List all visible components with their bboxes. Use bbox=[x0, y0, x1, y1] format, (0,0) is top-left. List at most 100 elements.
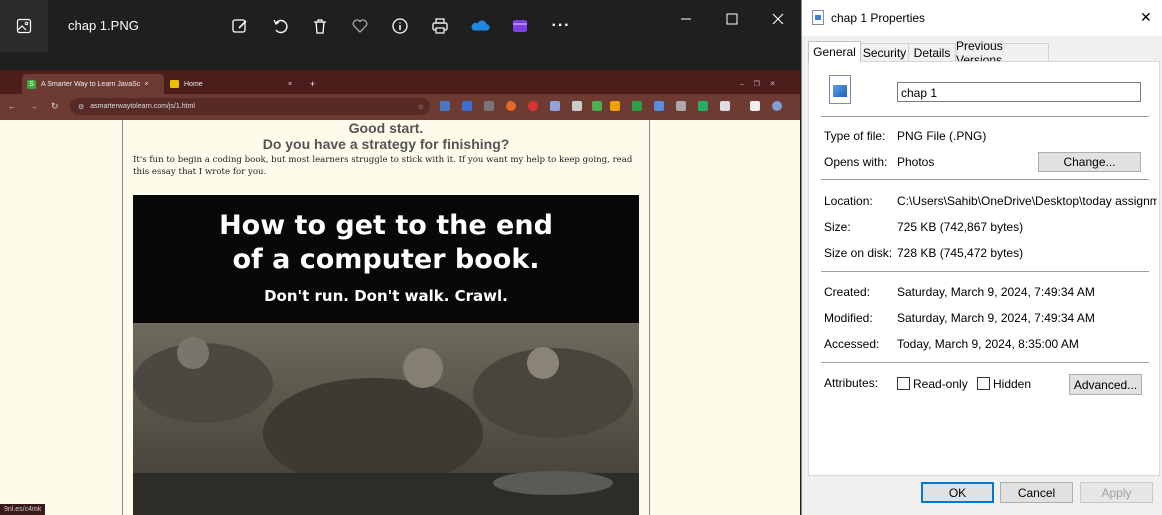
tab-label: A Smarter Way to Learn JavaSc bbox=[41, 80, 141, 88]
photos-viewer: chap 1.PNG ··· S A Smarter Way to Learn … bbox=[0, 0, 800, 515]
rotate-icon[interactable] bbox=[270, 16, 290, 36]
apply-button[interactable]: Apply bbox=[1080, 482, 1153, 503]
change-button[interactable]: Change... bbox=[1038, 152, 1141, 172]
properties-dialog: chap 1 Properties ✕ General Security Det… bbox=[801, 0, 1162, 515]
size-on-disk-label: Size on disk: bbox=[824, 246, 893, 260]
home-favicon-icon bbox=[170, 80, 179, 88]
profile-avatar bbox=[772, 101, 782, 111]
site-info-icon: ⚙ bbox=[78, 103, 85, 111]
print-icon[interactable] bbox=[430, 16, 450, 36]
edit-image-icon[interactable] bbox=[230, 16, 250, 36]
book-banner-image: How to get to the end of a computer book… bbox=[133, 195, 639, 515]
browser-window-controls: – ❐ ✕ bbox=[740, 81, 776, 88]
readonly-checkbox[interactable] bbox=[897, 377, 910, 390]
favorite-icon[interactable] bbox=[350, 16, 370, 36]
file-icon bbox=[812, 10, 824, 25]
accessed-label: Accessed: bbox=[824, 337, 880, 351]
viewer-title: chap 1.PNG bbox=[68, 18, 139, 33]
location-label: Location: bbox=[824, 194, 873, 208]
reload-icon: ↻ bbox=[51, 101, 59, 111]
divider bbox=[821, 362, 1149, 363]
maximize-icon[interactable] bbox=[722, 10, 742, 28]
displayed-image: S A Smarter Way to Learn JavaSc × Home ×… bbox=[0, 70, 800, 515]
sidebar-icon bbox=[750, 101, 760, 111]
divider bbox=[821, 271, 1149, 272]
advanced-button[interactable]: Advanced... bbox=[1069, 374, 1142, 395]
info-icon[interactable] bbox=[390, 16, 410, 36]
page-heading-good-start: Good start. bbox=[348, 120, 424, 136]
new-tab-icon: + bbox=[310, 79, 316, 89]
tab-close-icon: × bbox=[144, 80, 149, 88]
extension-icon bbox=[440, 101, 450, 111]
tab-favicon-icon: S bbox=[27, 79, 36, 89]
opens-with-value: Photos bbox=[897, 155, 935, 169]
back-icon: ← bbox=[8, 102, 16, 111]
extension-icon bbox=[610, 101, 620, 111]
extension-icon bbox=[676, 101, 686, 111]
extension-icon bbox=[654, 101, 664, 111]
dialog-close-icon[interactable]: ✕ bbox=[1140, 9, 1152, 26]
dialog-titlebar: chap 1 Properties ✕ bbox=[802, 0, 1162, 36]
browser-address-bar: ← → ↻ ⚙ asmarterwaytolearn.com/js/1.html… bbox=[0, 94, 800, 120]
hidden-checkbox[interactable] bbox=[977, 377, 990, 390]
banner-line-2: of a computer book. bbox=[232, 244, 540, 275]
divider bbox=[821, 179, 1149, 180]
mud-crawl-photo bbox=[133, 323, 639, 515]
extension-icon bbox=[720, 101, 730, 111]
attributes-label: Attributes: bbox=[824, 376, 879, 390]
cancel-button[interactable]: Cancel bbox=[1000, 482, 1073, 503]
png-file-icon bbox=[829, 75, 851, 104]
extension-icon bbox=[592, 101, 602, 111]
extension-icon bbox=[484, 101, 494, 111]
type-of-file-value: PNG File (.PNG) bbox=[897, 129, 987, 143]
page-paragraph: It's fun to begin a coding book, but mos… bbox=[133, 155, 633, 177]
close-window-icon[interactable] bbox=[768, 10, 788, 28]
readonly-label[interactable]: Read-only bbox=[913, 377, 968, 391]
extension-icon bbox=[528, 101, 538, 111]
opens-with-label: Opens with: bbox=[824, 155, 888, 169]
banner-line-3: Don't run. Don't walk. Crawl. bbox=[264, 287, 508, 305]
onedrive-icon[interactable] bbox=[470, 16, 490, 36]
more-icon[interactable]: ··· bbox=[550, 16, 572, 36]
browser-tab-home: Home × bbox=[168, 74, 300, 94]
forward-icon: → bbox=[30, 102, 38, 111]
extension-icon bbox=[506, 101, 516, 111]
hidden-label[interactable]: Hidden bbox=[993, 377, 1031, 391]
tab-close-icon: × bbox=[288, 80, 293, 88]
extension-icon bbox=[550, 101, 560, 111]
bookmark-star-icon: ☆ bbox=[417, 103, 424, 111]
created-value: Saturday, March 9, 2024, 7:49:34 AM bbox=[897, 285, 1095, 299]
tab-security[interactable]: Security bbox=[860, 43, 909, 61]
tab-label: Home bbox=[184, 80, 203, 88]
general-tab-panel: chap 1 Type of file: PNG File (.PNG) Ope… bbox=[808, 61, 1160, 476]
browser-tab-active: S A Smarter Way to Learn JavaSc × bbox=[22, 74, 164, 94]
tab-previous-versions[interactable]: Previous Versions bbox=[955, 39, 1049, 67]
size-value: 725 KB (742,867 bytes) bbox=[897, 220, 1024, 234]
banner-line-1: How to get to the end bbox=[219, 210, 553, 241]
modified-label: Modified: bbox=[824, 311, 873, 325]
delete-icon[interactable] bbox=[310, 16, 330, 36]
type-of-file-label: Type of file: bbox=[824, 129, 886, 143]
extension-icon bbox=[698, 101, 708, 111]
size-on-disk-value: 728 KB (745,472 bytes) bbox=[897, 246, 1024, 260]
dialog-title: chap 1 Properties bbox=[831, 11, 926, 25]
minimize-icon[interactable] bbox=[676, 10, 696, 28]
ok-button[interactable]: OK bbox=[921, 482, 994, 503]
tab-details[interactable]: Details bbox=[908, 43, 956, 61]
url-field: ⚙ asmarterwaytolearn.com/js/1.html ☆ bbox=[70, 98, 430, 115]
size-label: Size: bbox=[824, 220, 851, 234]
created-label: Created: bbox=[824, 285, 871, 299]
location-value: C:\Users\Sahib\OneDrive\Desktop\today as… bbox=[897, 194, 1157, 208]
browser-status-url: 9nl.es/c4mk bbox=[0, 504, 46, 515]
extension-icon bbox=[572, 101, 582, 111]
accessed-value: Today, March 9, 2024, 8:35:00 AM bbox=[897, 337, 1079, 351]
page-heading-strategy: Do you have a strategy for finishing? bbox=[262, 136, 510, 152]
divider bbox=[821, 116, 1149, 117]
clipchamp-icon[interactable] bbox=[510, 16, 530, 36]
extension-icon bbox=[462, 101, 472, 111]
web-page: Good start. Do you have a strategy for f… bbox=[122, 120, 650, 515]
photos-app-icon[interactable] bbox=[0, 0, 48, 52]
viewer-toolbar: chap 1.PNG ··· bbox=[0, 0, 800, 52]
tab-general[interactable]: General bbox=[808, 41, 861, 62]
filename-field[interactable]: chap 1 bbox=[897, 82, 1141, 102]
